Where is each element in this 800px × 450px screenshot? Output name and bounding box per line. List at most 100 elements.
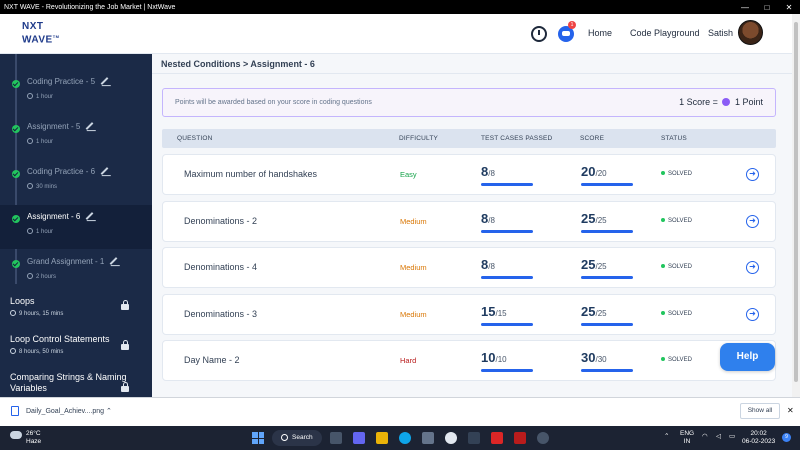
course-sidebar: Coding Practice - 5 1 hour Assignment - … <box>0 54 152 397</box>
mcafee-icon[interactable] <box>491 432 503 444</box>
chrome-icon[interactable] <box>445 432 457 444</box>
chevron-up-icon[interactable]: ⌃ <box>664 433 669 441</box>
test-cases-passed: 8/8 <box>481 257 495 272</box>
sidebar-item-coding-practice-6[interactable]: Coding Practice - 6 30 mins <box>0 160 152 204</box>
file-icon <box>11 406 19 416</box>
column-header-question: QUESTION <box>177 135 213 142</box>
arrow-right-icon[interactable]: ➜ <box>746 308 759 321</box>
arrow-right-icon[interactable]: ➜ <box>746 168 759 181</box>
pencil-icon <box>109 257 118 265</box>
scrollbar-thumb[interactable] <box>794 22 798 382</box>
app-icon[interactable] <box>514 432 526 444</box>
task-view-icon[interactable] <box>330 432 342 444</box>
section-title: Loops <box>10 296 35 306</box>
nxtwave-logo[interactable]: NXT WAVETM <box>22 22 66 46</box>
sidebar-section-loops[interactable]: Loops 9 hours, 15 mins <box>0 292 152 332</box>
score-value: 20/20 <box>581 164 607 179</box>
column-header-test-cases: TEST CASES PASSED <box>481 135 553 142</box>
sidebar-section-comparing-strings[interactable]: Comparing Strings & Naming Variables <box>0 368 152 397</box>
close-window-button[interactable]: ✕ <box>778 3 800 12</box>
breadcrumb: Nested Conditions > Assignment - 6 <box>161 59 315 69</box>
test-cases-bar <box>481 183 533 186</box>
sidebar-section-loop-control[interactable]: Loop Control Statements 8 hours, 50 mins <box>0 330 152 370</box>
windows-taskbar: 26°C Haze Search ⌃ ENG IN ◠ ◁ ▭ 20:02 06-02… <box>0 426 800 450</box>
taskbar-search[interactable]: Search <box>272 430 322 446</box>
notification-badge: 1 <box>568 21 576 29</box>
question-name[interactable]: Denominations - 3 <box>184 309 257 319</box>
status-badge: SOLVED <box>661 218 692 224</box>
sidebar-item-label: Coding Practice - 6 <box>27 167 96 176</box>
windows-start-icon[interactable] <box>252 432 264 444</box>
user-name[interactable]: Satish <box>708 28 733 38</box>
show-all-button[interactable]: Show all <box>740 403 780 419</box>
minimize-button[interactable]: — <box>734 3 756 12</box>
maximize-button[interactable]: □ <box>756 3 778 12</box>
pencil-icon <box>85 212 94 220</box>
table-row[interactable]: Denominations - 2 Medium 8/8 25/25 SOLVE… <box>162 201 776 242</box>
test-cases-bar <box>481 323 533 326</box>
sidebar-item-coding-practice-5[interactable]: Coding Practice - 5 1 hour <box>0 70 152 114</box>
arrow-right-icon[interactable]: ➜ <box>746 215 759 228</box>
table-row[interactable]: Day Name - 2 Hard 10/10 30/30 SOLVED <box>162 340 776 381</box>
close-downloads-button[interactable]: ✕ <box>787 406 794 415</box>
download-file-name[interactable]: Daily_Goal_Achiev....png <box>26 408 104 415</box>
table-row[interactable]: Maximum number of handshakes Easy 8/8 20… <box>162 154 776 195</box>
arrow-right-icon[interactable]: ➜ <box>746 261 759 274</box>
section-title: Comparing Strings & Naming Variables <box>10 372 127 393</box>
status-badge: SOLVED <box>661 264 692 270</box>
status-badge: SOLVED <box>661 171 692 177</box>
volume-icon[interactable]: ◁ <box>716 433 721 441</box>
nav-home-link[interactable]: Home <box>588 28 612 38</box>
wifi-icon[interactable]: ◠ <box>702 433 708 441</box>
score-value: 25/25 <box>581 257 607 272</box>
table-row[interactable]: Denominations - 3 Medium 15/15 25/25 SOL… <box>162 294 776 335</box>
sidebar-item-label: Assignment - 6 <box>27 212 81 221</box>
clock-icon <box>10 310 16 316</box>
battery-icon[interactable]: ▭ <box>729 433 735 441</box>
score-value: 25/25 <box>581 304 607 319</box>
pencil-icon <box>85 122 94 130</box>
chat-app-icon[interactable] <box>353 432 365 444</box>
question-name[interactable]: Day Name - 2 <box>184 355 240 365</box>
clock[interactable]: 20:02 06-02-2023 <box>742 430 775 446</box>
test-cases-passed: 8/8 <box>481 211 495 226</box>
sidebar-item-duration: 30 mins <box>36 184 58 190</box>
question-name[interactable]: Maximum number of handshakes <box>184 169 317 179</box>
coin-icon <box>722 98 731 106</box>
store-icon[interactable] <box>422 432 434 444</box>
column-header-difficulty: DIFFICULTY <box>399 135 439 142</box>
sidebar-item-grand-assignment-1[interactable]: Grand Assignment - 1 2 hours <box>0 250 152 294</box>
clock-icon <box>27 228 33 234</box>
difficulty-label: Medium <box>400 263 427 272</box>
notice-text: Points will be awarded based on your sco… <box>175 99 372 106</box>
question-name[interactable]: Denominations - 4 <box>184 262 257 272</box>
edge-icon[interactable] <box>399 432 411 444</box>
score-value: 25/25 <box>581 211 607 226</box>
difficulty-label: Medium <box>400 310 427 319</box>
sidebar-item-assignment-6[interactable]: Assignment - 6 1 hour <box>0 205 152 249</box>
sidebar-item-duration: 2 hours <box>36 274 57 280</box>
avatar[interactable] <box>738 20 763 45</box>
file-explorer-icon[interactable] <box>376 432 388 444</box>
haze-icon <box>10 431 22 439</box>
app-icon[interactable] <box>468 432 480 444</box>
score-bar <box>581 369 633 372</box>
sidebar-item-label: Assignment - 5 <box>27 122 81 131</box>
clock-icon <box>27 93 33 99</box>
language-indicator[interactable]: ENG IN <box>680 430 694 446</box>
question-name[interactable]: Denominations - 2 <box>184 216 257 226</box>
nav-code-playground-link[interactable]: Code Playground <box>630 28 700 38</box>
browser-app-icon[interactable] <box>537 432 549 444</box>
clock-icon <box>27 183 33 189</box>
divider <box>152 73 792 74</box>
difficulty-label: Easy <box>400 170 417 179</box>
timer-icon[interactable] <box>531 26 547 42</box>
page-scrollbar[interactable] <box>792 14 800 397</box>
notification-icon[interactable]: 9 <box>782 433 791 442</box>
lock-icon <box>121 340 129 350</box>
chevron-up-icon[interactable]: ⌃ <box>106 407 112 415</box>
table-row[interactable]: Denominations - 4 Medium 8/8 25/25 SOLVE… <box>162 247 776 288</box>
clock-icon <box>27 138 33 144</box>
help-button[interactable]: Help <box>720 343 775 371</box>
sidebar-item-assignment-5[interactable]: Assignment - 5 1 hour <box>0 115 152 159</box>
